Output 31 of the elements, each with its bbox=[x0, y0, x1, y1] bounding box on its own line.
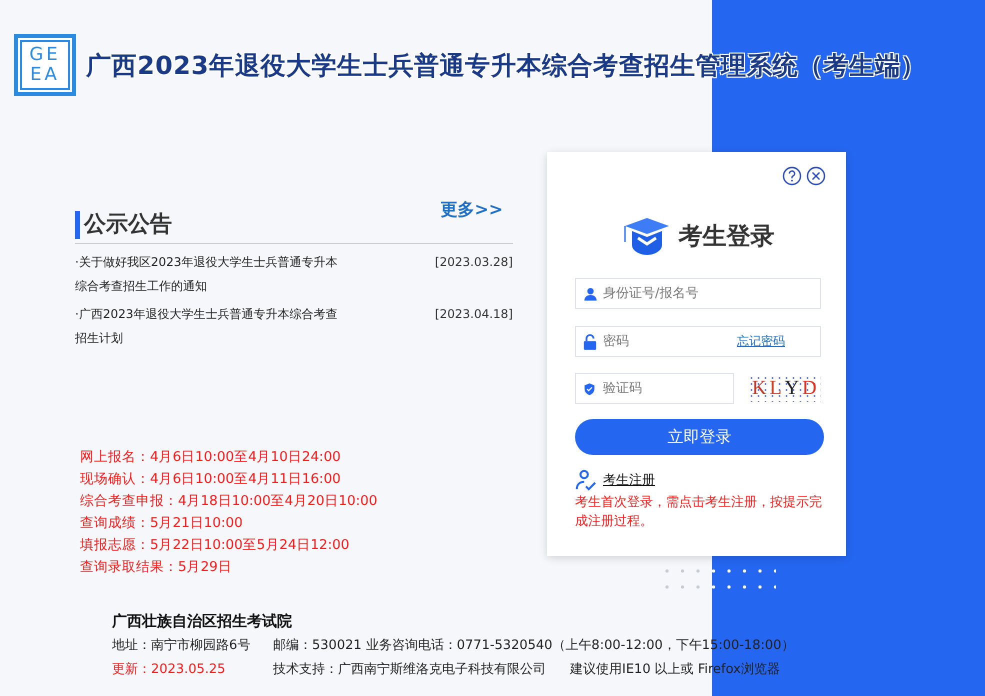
logo: GE EA bbox=[14, 34, 76, 96]
schedule-item: 查询成绩：5月21日10:00 bbox=[80, 514, 244, 533]
register-link[interactable]: 考生注册 bbox=[603, 471, 655, 489]
schedule-item: 现场确认：4月6日10:00至4月11日16:00 bbox=[80, 470, 342, 489]
update-date: 更新：2023.05.25 bbox=[112, 661, 226, 679]
notice-link[interactable]: ·关于做好我区2023年退役大学生士兵普通专升本综合考查招生工作的通知 bbox=[75, 250, 345, 298]
login-title: 考生登录 bbox=[678, 221, 774, 252]
captcha-field[interactable]: 验证码 bbox=[575, 373, 734, 404]
register-hint: 考生首次登录，需点击考生注册，按提示完成注册过程。 bbox=[575, 494, 823, 531]
notice-link[interactable]: ·广西2023年退役大学生士兵普通专升本综合考查招生计划 bbox=[75, 302, 345, 350]
user-check-icon bbox=[575, 469, 597, 491]
close-icon[interactable] bbox=[806, 166, 826, 186]
tech-support-text: 技术支持：广西南宁斯维洛克电子科技有限公司 bbox=[273, 661, 546, 679]
lock-icon bbox=[583, 334, 597, 350]
notice-date: [2023.03.28] bbox=[434, 254, 513, 271]
help-icon[interactable] bbox=[782, 166, 802, 186]
forgot-password-link[interactable]: 忘记密码 bbox=[737, 333, 785, 350]
graduation-cap-icon bbox=[622, 216, 670, 256]
schedule-item: 查询录取结果：5月29日 bbox=[80, 558, 233, 577]
user-icon bbox=[583, 286, 598, 301]
schedule-item: 网上报名：4月6日10:00至4月10日24:00 bbox=[80, 448, 342, 467]
schedule-item: 填报志愿：5月22日10:00至5月24日12:00 bbox=[80, 536, 350, 555]
section-title: 公示公告 bbox=[75, 211, 172, 239]
shield-icon bbox=[583, 382, 596, 395]
organization-name: 广西壮族自治区招生考试院 bbox=[112, 611, 293, 632]
more-link[interactable]: 更多>> bbox=[440, 198, 503, 221]
address-text: 地址：南宁市柳园路6号 bbox=[112, 637, 252, 655]
login-button[interactable]: 立即登录 bbox=[575, 419, 824, 455]
notice-date: [2023.04.18] bbox=[434, 306, 513, 323]
schedule-item: 综合考查申报：4月18日10:00至4月20日10:00 bbox=[80, 492, 378, 511]
username-field[interactable]: 身份证号/报名号 bbox=[575, 278, 821, 309]
